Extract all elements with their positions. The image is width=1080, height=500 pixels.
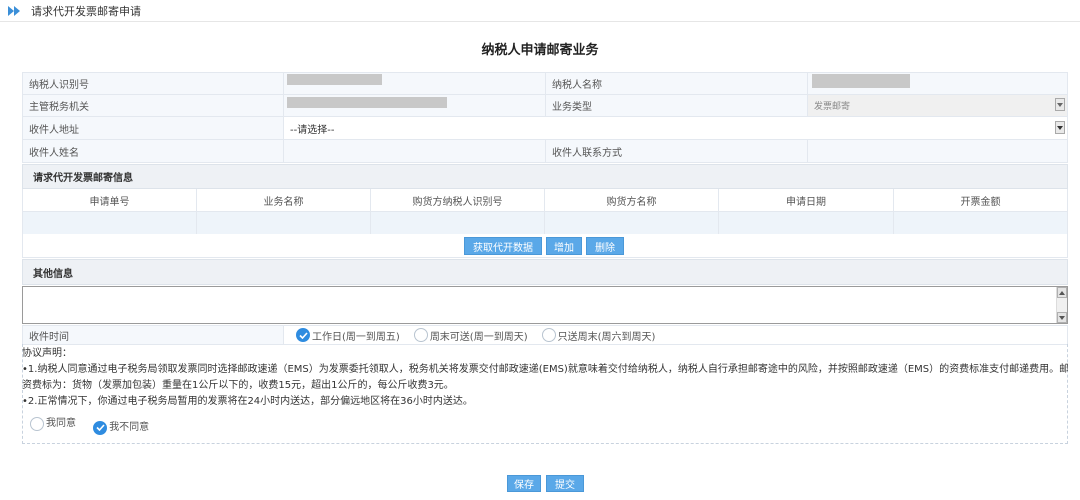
form-row-recipient: 收件人姓名 收件人联系方式 — [22, 140, 1068, 163]
agreement-item-2: •2.正常情况下，你通过电子税务局暂用的发票将在24小时内送达，部分偏远地区将在… — [22, 396, 473, 407]
receive-time-options: 工作日(周一到周五) 周末可送(周一到周天) 只送周末(周六到周天) — [284, 325, 1068, 345]
recipient-name-input[interactable] — [284, 140, 546, 163]
taxpayer-id-label: 纳税人识别号 — [22, 72, 284, 95]
agreement-text: 协议声明： •1.纳税人同意通过电子税务局领取发票同时选择邮政速递（EMS）为发… — [22, 346, 1068, 437]
invoice-section-title: 请求代开发票邮寄信息 — [33, 173, 133, 184]
agreement-item-1: •1.纳税人同意通过电子税务局领取发票同时选择邮政速递（EMS）为发票委托领取人… — [22, 364, 1068, 375]
scroll-down-icon[interactable] — [1057, 312, 1067, 323]
column-header: 业务名称 — [197, 189, 371, 212]
chevron-down-icon — [1055, 98, 1065, 111]
invoice-table-header: 申请单号 业务名称 购货方纳税人识别号 购货方名称 申请日期 开票金额 — [22, 189, 1068, 212]
other-section-header: 其他信息 — [22, 259, 1068, 285]
column-header: 申请日期 — [719, 189, 894, 212]
breadcrumb-title: 请求代开发票邮寄申请 — [31, 5, 141, 18]
recipient-address-select[interactable]: --请选择-- — [284, 117, 1068, 140]
table-row — [22, 212, 1068, 234]
page-title: 纳税人申请邮寄业务 — [481, 43, 599, 58]
tax-authority-value — [284, 95, 546, 117]
receive-time-row: 收件时间 工作日(周一到周五) 周末可送(周一到周天) 只送周末(周六到周天) — [22, 325, 1068, 345]
table-actions-bar — [22, 234, 1068, 258]
fetch-data-button[interactable]: 获取代开数据 — [464, 237, 542, 255]
double-arrow-icon — [8, 6, 20, 16]
chevron-down-icon — [1055, 121, 1065, 134]
table-cell — [371, 212, 545, 234]
recipient-address-value: --请选择-- — [290, 124, 335, 136]
table-cell — [894, 212, 1068, 234]
radio-label: 周末可送(周一到周天) — [429, 331, 528, 343]
form-row-address: 收件人地址 --请选择-- — [22, 117, 1068, 140]
column-header: 购货方纳税人识别号 — [371, 189, 545, 212]
business-type-label: 业务类型 — [546, 95, 808, 117]
recipient-contact-input[interactable] — [808, 140, 1068, 163]
agreement-title: 协议声明： — [22, 348, 72, 359]
table-cell — [719, 212, 894, 234]
business-type-select[interactable]: 发票邮寄 — [808, 95, 1068, 117]
receive-time-label: 收件时间 — [22, 325, 284, 345]
agreement-choice: 我同意 我不同意 — [22, 416, 1068, 437]
table-cell — [545, 212, 719, 234]
tax-authority-label: 主管税务机关 — [22, 95, 284, 117]
recipient-name-label: 收件人姓名 — [22, 140, 284, 163]
redacted-block — [287, 97, 447, 108]
agree-option[interactable]: 我同意 — [30, 416, 76, 432]
receive-time-option-weekday[interactable]: 工作日(周一到周五) — [296, 328, 400, 343]
table-cell — [22, 212, 197, 234]
column-header: 购货方名称 — [545, 189, 719, 212]
column-header: 开票金额 — [894, 189, 1068, 212]
scrollbar[interactable] — [1056, 287, 1067, 323]
form-row-taxpayer: 纳税人识别号 纳税人名称 — [22, 72, 1068, 95]
radio-unchecked-icon[interactable] — [541, 328, 556, 342]
radio-checked-icon[interactable] — [93, 420, 108, 435]
radio-checked-icon[interactable] — [296, 328, 310, 342]
taxpayer-name-label: 纳税人名称 — [546, 72, 808, 95]
other-section-title: 其他信息 — [33, 268, 73, 280]
column-header: 申请单号 — [22, 189, 197, 212]
table-cell — [197, 212, 371, 234]
form-row-authority: 主管税务机关 业务类型 发票邮寄 — [22, 95, 1068, 117]
taxpayer-id-value — [284, 72, 546, 95]
radio-unchecked-icon[interactable] — [413, 328, 428, 342]
save-button[interactable]: 保存 — [507, 475, 541, 492]
scroll-up-icon[interactable] — [1057, 287, 1067, 298]
invoice-section-header: 请求代开发票邮寄信息 — [22, 164, 1068, 189]
receive-time-option-weekend-only[interactable]: 只送周末(周六到周天) — [541, 328, 656, 343]
receive-time-option-weekend-ok[interactable]: 周末可送(周一到周天) — [413, 328, 528, 343]
radio-label: 工作日(周一到周五) — [312, 331, 400, 343]
recipient-address-label: 收件人地址 — [22, 117, 284, 140]
radio-unchecked-icon[interactable] — [30, 417, 44, 431]
submit-button[interactable]: 提交 — [546, 475, 584, 492]
recipient-contact-label: 收件人联系方式 — [546, 140, 808, 163]
radio-label: 只送周末(周六到周天) — [557, 331, 656, 343]
delete-button[interactable]: 删除 — [586, 237, 624, 255]
radio-label: 我同意 — [46, 418, 76, 429]
redacted-block — [287, 74, 382, 85]
redacted-block — [812, 74, 910, 88]
add-button[interactable]: 增加 — [546, 237, 582, 255]
radio-label: 我不同意 — [109, 421, 150, 433]
agreement-item-1b: 资费标为：货物（发票加包装）重量在1公斤以下的，收费15元，超出1公斤的，每公斤… — [22, 380, 454, 391]
disagree-option[interactable]: 我不同意 — [93, 420, 149, 436]
breadcrumb-bar: 请求代开发票邮寄申请 — [0, 0, 1080, 22]
taxpayer-name-value — [808, 72, 1068, 95]
other-info-textarea[interactable] — [22, 286, 1068, 324]
business-type-value: 发票邮寄 — [814, 102, 851, 112]
